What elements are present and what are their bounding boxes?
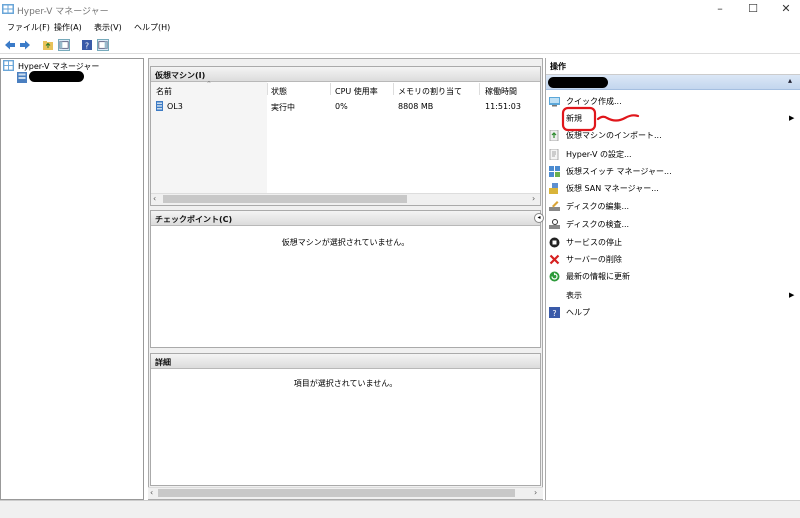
action-virtual-switch-manager[interactable]: 仮想スイッチ マネージャー... <box>549 163 799 180</box>
tree-pane <box>0 58 144 500</box>
action-label: サービスの停止 <box>566 238 622 247</box>
scroll-right-icon[interactable]: › <box>532 194 535 203</box>
collapse-icon[interactable]: ◂ <box>534 213 544 223</box>
scroll-right-icon[interactable]: › <box>534 488 537 497</box>
vm-name: OL3 <box>167 102 183 111</box>
col-divider <box>479 83 480 95</box>
hyperv-app-icon <box>2 4 14 14</box>
action-help[interactable]: ? ヘルプ <box>549 304 799 321</box>
action-label: Hyper-V の設定... <box>566 150 632 159</box>
status-bar <box>0 500 800 518</box>
col-name[interactable]: 名前 <box>156 86 172 97</box>
vm-state: 実行中 <box>271 103 295 112</box>
import-icon <box>549 130 559 141</box>
vm-uptime: 11:51:03 <box>485 102 521 111</box>
window-title: Hyper-V マネージャー <box>17 7 109 17</box>
disk-inspect-icon <box>549 219 560 229</box>
action-label: ディスクの編集... <box>566 202 630 211</box>
help-toolbar-icon[interactable]: ? <box>81 39 93 51</box>
action-edit-disk[interactable]: ディスクの編集... <box>549 198 799 215</box>
forward-arrow-icon[interactable] <box>19 39 31 51</box>
vm-hscroll-thumb[interactable] <box>163 195 407 203</box>
action-remove-server[interactable]: サーバーの削除 <box>549 251 799 268</box>
switch-icon <box>549 166 560 177</box>
checkpoint-section: チェックポイント(C) <box>150 210 541 348</box>
settings-icon <box>549 149 559 160</box>
quick-create-icon <box>549 97 560 107</box>
col-divider <box>393 83 394 95</box>
action-view[interactable]: 表示 <box>549 287 799 304</box>
details-section: 詳細 <box>150 353 541 486</box>
action-refresh[interactable]: 最新の情報に更新 <box>549 268 799 285</box>
vm-icon <box>156 101 163 111</box>
vm-cpu: 0% <box>335 102 348 111</box>
checkpoint-empty-text: 仮想マシンが選択されていません。 <box>281 238 410 247</box>
folder-up-icon[interactable] <box>42 39 54 51</box>
checkpoint-section-title: チェックポイント(C) <box>151 211 540 226</box>
collapse-up-icon[interactable]: ▴ <box>788 76 792 85</box>
action-label: サーバーの削除 <box>566 255 622 264</box>
sort-chevron-icon: ⌃ <box>206 80 212 88</box>
vm-memory: 8808 MB <box>398 102 434 111</box>
actions-title: 操作 <box>546 58 800 75</box>
san-icon <box>549 183 558 194</box>
action-virtual-san-manager[interactable]: 仮想 SAN マネージャー... <box>549 180 799 197</box>
col-state[interactable]: 状態 <box>271 86 287 97</box>
details-empty-text: 項目が選択されていません。 <box>293 379 398 388</box>
submenu-arrow-icon: ▶ <box>789 291 795 299</box>
action-label: 仮想 SAN マネージャー... <box>566 184 659 193</box>
refresh-icon <box>549 271 560 282</box>
submenu-arrow-icon: ▶ <box>789 114 795 122</box>
action-inspect-disk[interactable]: ディスクの検査... <box>549 216 799 233</box>
action-label: ヘルプ <box>566 308 590 317</box>
back-arrow-icon[interactable] <box>4 39 16 51</box>
help-icon: ? <box>549 307 560 318</box>
action-import[interactable]: 仮想マシンのインポート... <box>549 127 799 144</box>
server-icon <box>17 72 27 83</box>
menu-view[interactable]: 表示(V) <box>94 22 122 33</box>
menu-action[interactable]: 操作(A) <box>54 22 82 33</box>
disk-edit-icon <box>549 201 560 211</box>
svg-text:?: ? <box>85 42 89 51</box>
action-label: 最新の情報に更新 <box>566 272 630 281</box>
menu-file[interactable]: ファイル(F) <box>7 22 50 33</box>
col-memory[interactable]: メモリの割り当て <box>398 86 462 97</box>
menu-help[interactable]: ヘルプ(H) <box>134 22 170 33</box>
action-hyperv-settings[interactable]: Hyper-V の設定... <box>549 146 799 163</box>
action-label: 仮想マシンのインポート... <box>566 131 662 140</box>
col-uptime[interactable]: 稼働時間 <box>485 86 517 97</box>
scroll-left-icon[interactable]: ‹ <box>150 488 153 497</box>
col-divider <box>330 83 331 95</box>
toolbar <box>0 36 800 54</box>
scroll-left-icon[interactable]: ‹ <box>153 194 156 203</box>
action-pane-icon[interactable] <box>97 39 109 51</box>
action-label: 仮想スイッチ マネージャー... <box>566 167 672 176</box>
svg-text:?: ? <box>552 309 556 318</box>
redacted-server-header <box>548 77 608 88</box>
title-bar <box>0 0 800 20</box>
delete-icon <box>549 254 560 265</box>
console-tree-icon[interactable] <box>58 39 70 51</box>
close-button[interactable]: ✕ <box>766 0 800 20</box>
details-section-title: 詳細 <box>151 354 540 369</box>
action-label: ディスクの検査... <box>566 220 630 229</box>
center-hscroll-thumb[interactable] <box>158 489 515 497</box>
action-label: 表示 <box>566 291 582 300</box>
col-divider <box>267 83 268 95</box>
stop-icon <box>549 237 560 248</box>
hyperv-manager-icon <box>3 60 14 71</box>
col-cpu[interactable]: CPU 使用率 <box>335 86 378 97</box>
redacted-server-name[interactable] <box>29 71 84 82</box>
action-stop-service[interactable]: サービスの停止 <box>549 234 799 251</box>
